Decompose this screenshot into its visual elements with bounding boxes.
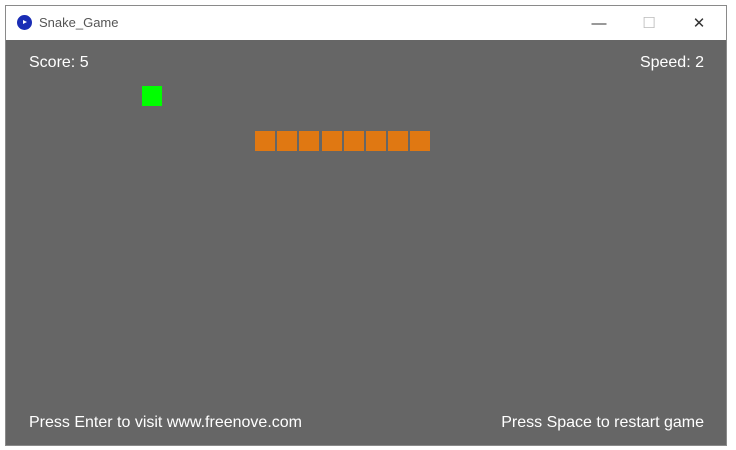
speed-label: Speed: 2 bbox=[639, 54, 704, 71]
snake-segment bbox=[321, 131, 342, 151]
maximize-button[interactable]: ☐ bbox=[626, 6, 672, 40]
snake-segment bbox=[277, 131, 298, 151]
game-canvas[interactable]: Score: 5 Speed: 2 Press Enter to visit w… bbox=[6, 40, 726, 445]
close-button[interactable]: ✕ bbox=[676, 6, 722, 40]
snake-segment bbox=[299, 131, 320, 151]
minimize-button[interactable]: — bbox=[576, 6, 622, 40]
snake-segment bbox=[366, 131, 386, 151]
title-bar[interactable]: Snake_Game — ☐ ✕ bbox=[6, 6, 726, 40]
score-label: Score: 5 bbox=[29, 54, 89, 71]
app-icon bbox=[17, 15, 32, 30]
snake-segment bbox=[410, 131, 431, 151]
app-window: Snake_Game — ☐ ✕ Score: 5 Speed: 2 Press… bbox=[5, 5, 727, 446]
snake-segment bbox=[343, 131, 364, 151]
snake-segment bbox=[388, 131, 409, 151]
visit-website-hint: Press Enter to visit www.freenove.com bbox=[29, 414, 302, 431]
restart-hint: Press Space to restart game bbox=[501, 414, 704, 431]
window-title: Snake_Game bbox=[39, 15, 119, 30]
food bbox=[142, 86, 162, 106]
snake-segment bbox=[255, 131, 275, 151]
